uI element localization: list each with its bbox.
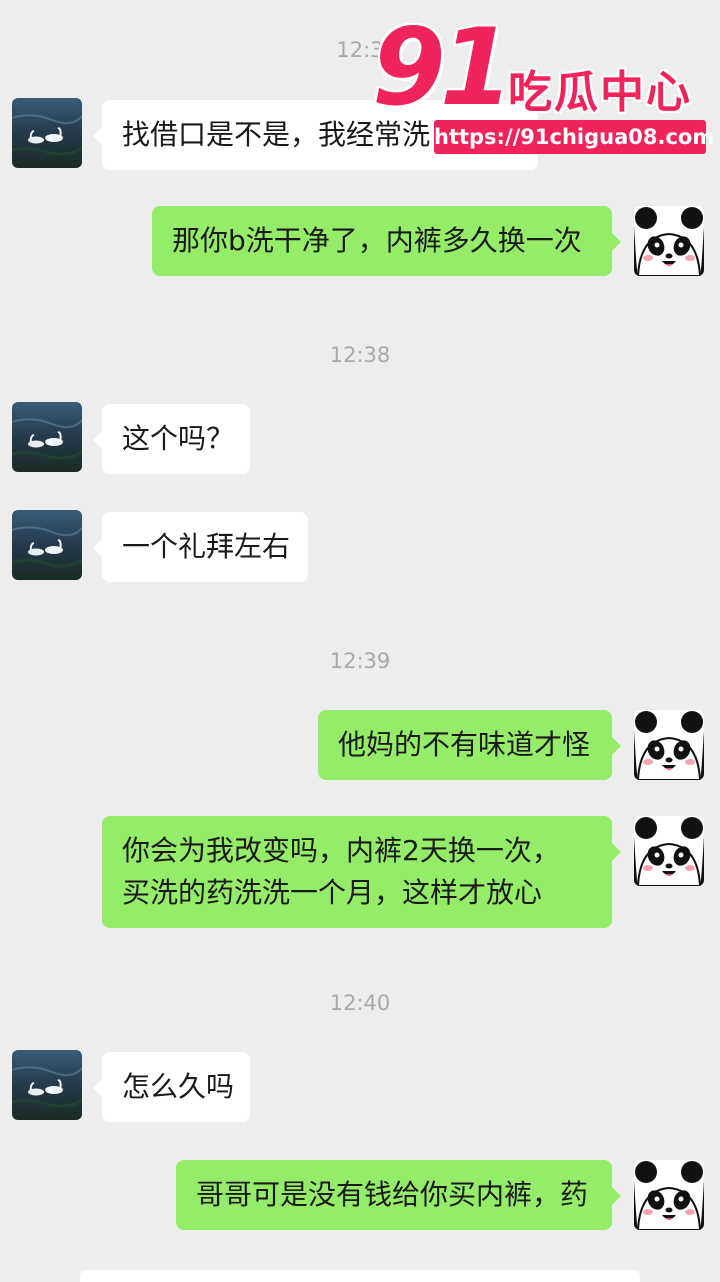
message-bubble[interactable]: 怎么久吗 xyxy=(93,1052,250,1122)
message-text: 这个吗？ xyxy=(122,422,235,455)
message-text: 怎么久吗 xyxy=(122,1070,235,1103)
watermark-logo: 91 吃瓜中心 https://91chigua08.com xyxy=(372,6,714,154)
contact-avatar[interactable] xyxy=(12,510,82,580)
message-text: 买洗的药洗洗一个月，这样才放心 xyxy=(122,876,543,909)
user-avatar[interactable] xyxy=(634,1160,704,1230)
swan-lake-image xyxy=(12,1050,82,1120)
message-bubble[interactable]: 你会为我改变吗，内裤2天换一次， 买洗的药洗洗一个月，这样才放心 xyxy=(102,816,621,928)
timestamp: 12:38 xyxy=(329,343,391,367)
message-text: 哥哥可是没有钱给你买内裤，药 xyxy=(196,1178,589,1211)
swan-lake-image xyxy=(12,98,82,168)
user-avatar[interactable] xyxy=(634,206,704,276)
contact-avatar[interactable] xyxy=(12,1050,82,1120)
timestamp: 12:39 xyxy=(329,649,391,673)
contact-avatar[interactable] xyxy=(12,98,82,168)
watermark-url: https://91chigua08.com xyxy=(434,120,714,154)
panda-face-image xyxy=(634,206,704,276)
input-bar-edge xyxy=(80,1270,640,1282)
message-bubble[interactable]: 他妈的不有味道才怪 xyxy=(318,710,621,780)
message-bubble[interactable]: 哥哥可是没有钱给你买内裤，药 xyxy=(176,1160,621,1230)
contact-avatar[interactable] xyxy=(12,402,82,472)
watermark-number: 91 xyxy=(372,6,513,129)
message-text: 一个礼拜左右 xyxy=(122,530,291,563)
swan-lake-image xyxy=(12,510,82,580)
message-bubble[interactable]: 那你b洗干净了，内裤多久换一次 xyxy=(152,206,621,276)
watermark-name: 吃瓜中心 xyxy=(508,67,692,118)
message-bubble[interactable]: 这个吗？ xyxy=(93,404,250,474)
timestamp: 12:40 xyxy=(329,991,391,1015)
message-text: 那你b洗干净了，内裤多久换一次 xyxy=(172,224,582,257)
message-text: 他妈的不有味道才怪 xyxy=(338,728,591,761)
user-avatar[interactable] xyxy=(634,816,704,886)
message-text: 你会为我改变吗，内裤2天换一次， xyxy=(122,834,560,867)
user-avatar[interactable] xyxy=(634,710,704,780)
panda-face-image xyxy=(634,710,704,780)
panda-face-image xyxy=(634,1160,704,1230)
message-bubble[interactable]: 一个礼拜左右 xyxy=(93,512,308,582)
panda-face-image xyxy=(634,816,704,886)
swan-lake-image xyxy=(12,402,82,472)
